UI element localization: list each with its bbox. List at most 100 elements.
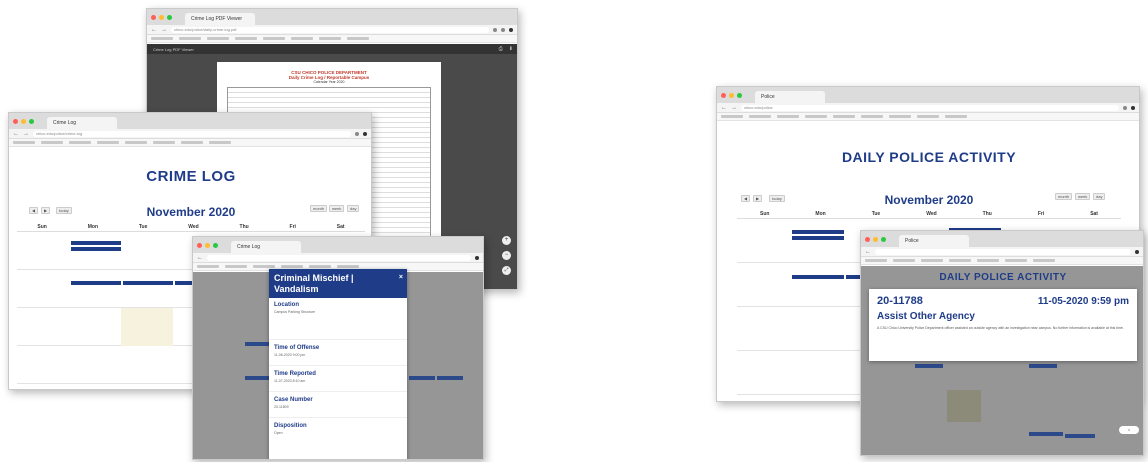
calendar-event: [437, 376, 463, 380]
case-number: 20-11788: [877, 295, 923, 307]
url-field[interactable]: chico.edu/police: [741, 104, 1119, 111]
close-dot-icon[interactable]: [13, 118, 18, 124]
extension-icon[interactable]: [493, 27, 497, 32]
popup-field: Time of Offense 11-06-2020 9:00 pm: [269, 340, 407, 366]
url-field[interactable]: chico.edu/police/crime-log: [33, 130, 351, 137]
address-bar: ←: [861, 247, 1143, 257]
forward-arrow-icon[interactable]: →: [161, 27, 167, 33]
minimize-dot-icon[interactable]: [873, 236, 878, 242]
back-arrow-icon[interactable]: ←: [197, 255, 203, 261]
feedback-button[interactable]: ⌂: [1119, 426, 1139, 434]
popup-header: Criminal Mischief | Vandalism ×: [269, 269, 407, 298]
profile-avatar-icon[interactable]: [1131, 105, 1135, 110]
url-field[interactable]: chico.edu/police/daily-crime-log.pdf: [171, 26, 489, 33]
maximize-dot-icon[interactable]: [213, 242, 218, 248]
minimize-dot-icon[interactable]: [729, 92, 734, 98]
close-dot-icon[interactable]: [197, 242, 202, 248]
calendar-event: [1065, 434, 1095, 438]
close-dot-icon[interactable]: [721, 92, 726, 98]
print-icon[interactable]: ⎙: [499, 46, 503, 52]
maximize-dot-icon[interactable]: [881, 236, 886, 242]
day-view-button[interactable]: day: [1093, 193, 1106, 200]
page-title: CRIME LOG: [146, 168, 236, 185]
browser-tab[interactable]: Police: [899, 235, 969, 247]
calendar-event: [245, 342, 271, 346]
minimize-dot-icon[interactable]: [21, 118, 26, 124]
calendar-event[interactable]: [792, 236, 844, 240]
maximize-dot-icon[interactable]: [167, 14, 172, 20]
back-arrow-icon[interactable]: ←: [13, 131, 19, 137]
extension-icon[interactable]: [501, 27, 505, 32]
back-arrow-icon[interactable]: ←: [151, 27, 157, 33]
field-value: Campus Parking Structure: [274, 310, 316, 314]
page-title: DAILY POLICE ACTIVITY: [939, 272, 1067, 283]
back-arrow-icon[interactable]: ←: [721, 105, 727, 111]
field-value: 11-06-2020 9:00 pm: [274, 353, 306, 357]
month-view-button[interactable]: month: [310, 205, 328, 212]
day-view-button[interactable]: day: [347, 205, 360, 212]
event-datetime: 11-05-2020 9:59 pm: [1037, 296, 1129, 307]
address-bar: ← → chico.edu/police/crime-log: [9, 129, 371, 139]
maximize-dot-icon[interactable]: [737, 92, 742, 98]
close-dot-icon[interactable]: [865, 236, 870, 242]
close-icon[interactable]: ×: [399, 272, 403, 283]
week-view-button[interactable]: week: [1075, 193, 1091, 200]
field-label: Location: [274, 302, 299, 308]
calendar-event[interactable]: [123, 281, 173, 285]
browser-titlebar: Police: [861, 231, 1143, 247]
address-bar: ← → chico.edu/police/daily-crime-log.pdf: [147, 25, 517, 35]
download-icon[interactable]: ⬇: [509, 46, 513, 52]
extension-icon[interactable]: [1123, 105, 1127, 110]
weekday-label: Fri: [289, 224, 296, 230]
profile-avatar-icon[interactable]: [363, 131, 367, 136]
bookmarks-bar: [717, 113, 1139, 121]
calendar-event[interactable]: [792, 230, 844, 234]
bookmarks-bar: [147, 35, 517, 43]
calendar-event[interactable]: [71, 281, 121, 285]
weekday-label: Sun: [37, 224, 47, 230]
field-label: Time of Offense: [274, 345, 320, 351]
browser-tab[interactable]: Crime Log: [47, 117, 117, 129]
pdf-toolbar: Crime Log PDF Viewer ⎙ ⬇: [147, 44, 517, 54]
week-view-button[interactable]: week: [329, 205, 345, 212]
address-bar: ←: [193, 253, 483, 263]
fit-page-button[interactable]: ⤢: [502, 266, 511, 275]
month-view-button[interactable]: month: [1055, 193, 1073, 200]
weekday-header: Sun Mon Tue Wed Thu Fri Sat: [737, 211, 1121, 217]
browser-titlebar: Crime Log PDF Viewer: [147, 9, 517, 25]
profile-avatar-icon[interactable]: [475, 255, 479, 260]
weekday-label: Sat: [336, 224, 345, 230]
popup-field: Case Number 20-11809: [269, 392, 407, 418]
browser-tab[interactable]: Police: [755, 91, 825, 103]
profile-avatar-icon[interactable]: [509, 27, 513, 32]
zoom-out-button[interactable]: −: [502, 251, 511, 260]
incident-detail-browser-window: Crime Log ← Criminal Mischief | Vandalis…: [192, 236, 484, 460]
calendar-event[interactable]: [792, 275, 844, 279]
close-dot-icon[interactable]: [151, 14, 156, 20]
bookmarks-bar: [9, 139, 371, 147]
pdf-doc-date: Calendar Year 2020: [313, 80, 345, 84]
calendar-event[interactable]: [71, 247, 121, 251]
profile-avatar-icon[interactable]: [1135, 249, 1139, 254]
incident-popup: Criminal Mischief | Vandalism × Location…: [269, 269, 407, 459]
popup-title: Criminal Mischief | Vandalism: [274, 273, 354, 294]
back-arrow-icon[interactable]: ←: [865, 249, 871, 255]
weekday-label: Wed: [188, 224, 199, 230]
extension-icon[interactable]: [355, 131, 359, 136]
browser-tab[interactable]: Crime Log PDF Viewer: [185, 13, 255, 25]
zoom-in-button[interactable]: +: [502, 236, 511, 245]
event-title: Assist Other Agency: [877, 311, 975, 322]
pdf-toolbar-title: Crime Log PDF Viewer: [153, 46, 194, 52]
url-field[interactable]: [207, 254, 471, 261]
forward-arrow-icon[interactable]: →: [731, 105, 737, 111]
forward-arrow-icon[interactable]: →: [23, 131, 29, 137]
minimize-dot-icon[interactable]: [159, 14, 164, 20]
minimize-dot-icon[interactable]: [205, 242, 210, 248]
calendar-event: [915, 364, 943, 368]
maximize-dot-icon[interactable]: [29, 118, 34, 124]
calendar-event: [1029, 432, 1063, 436]
browser-tab[interactable]: Crime Log: [231, 241, 301, 253]
calendar-event[interactable]: [71, 241, 121, 245]
url-field[interactable]: [875, 248, 1131, 255]
calendar-event: [1029, 364, 1057, 368]
